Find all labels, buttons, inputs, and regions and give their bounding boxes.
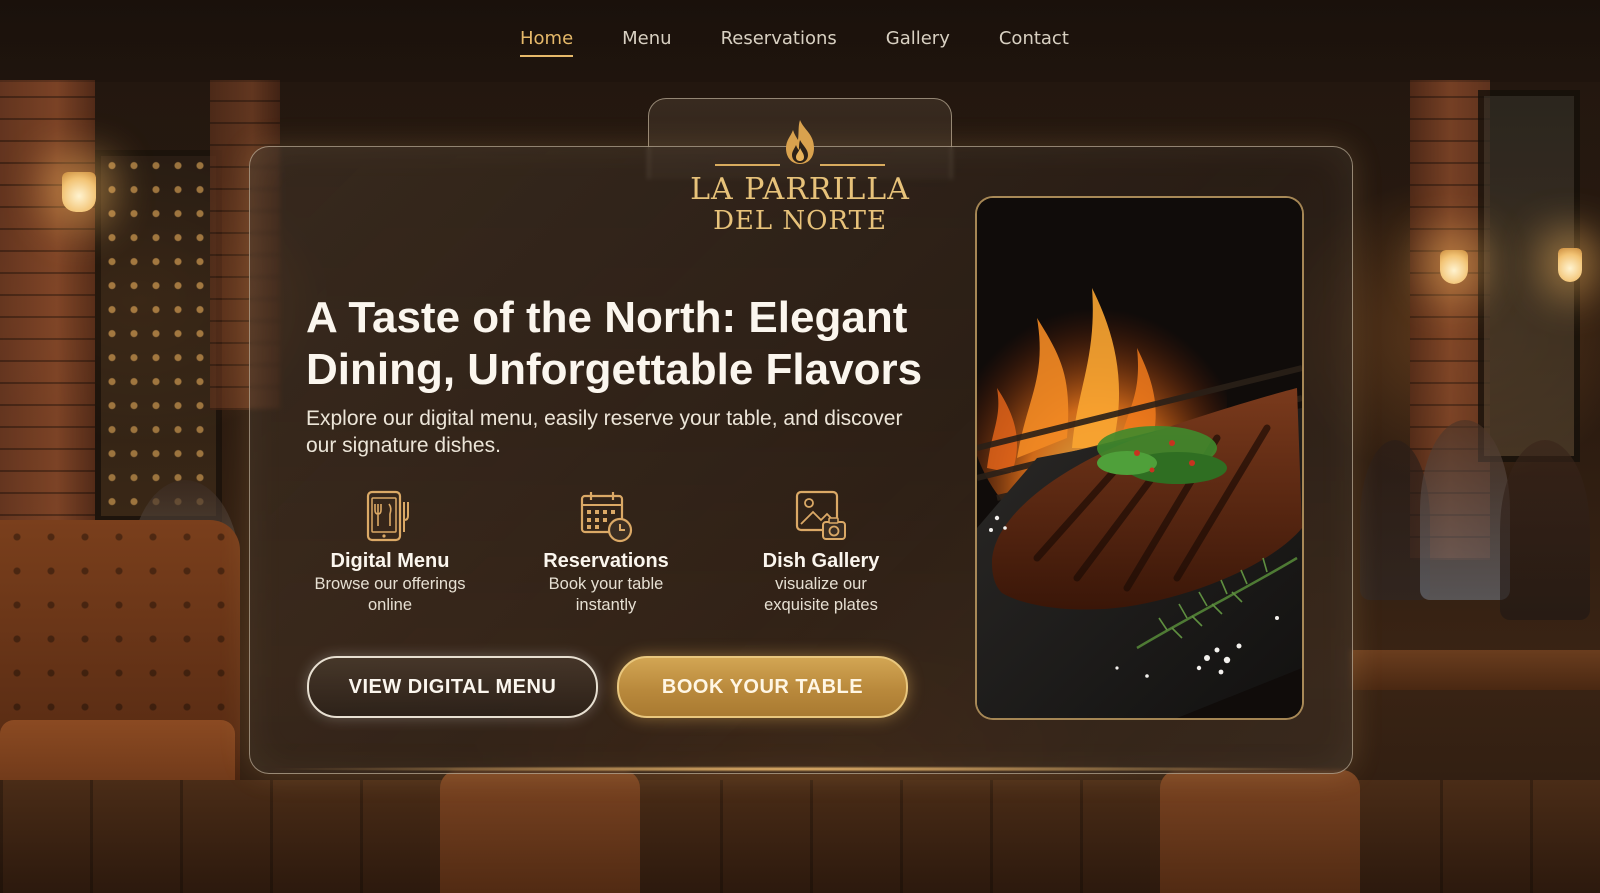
chair	[1160, 770, 1360, 893]
hero-subtitle: Explore our digital menu, easily reserve…	[306, 407, 903, 457]
feature-dish-gallery[interactable]: Dish Gallery visualize our exquisite pla…	[726, 488, 916, 616]
feature-desc: exquisite plates	[764, 596, 878, 614]
window-left	[95, 150, 222, 522]
dining-table	[1350, 650, 1600, 690]
wood-floor	[0, 780, 1600, 893]
feature-title: Digital Menu	[330, 550, 450, 572]
chair	[440, 770, 640, 893]
nav-list: Home Menu Reservations Gallery Contact	[520, 28, 1069, 57]
nav-item-contact[interactable]: Contact	[999, 28, 1069, 57]
feature-desc: visualize our	[775, 575, 867, 593]
nav-item-menu[interactable]: Menu	[622, 28, 671, 57]
diner	[1500, 440, 1590, 620]
steak-dish-photo	[975, 196, 1304, 720]
wall-lamp	[1558, 248, 1582, 282]
headline-line-1: A Taste of the North: Elegant	[306, 293, 908, 342]
feature-reservations[interactable]: Reservations Book your table instantly	[511, 488, 701, 616]
wall-lamp	[62, 172, 96, 212]
logo-divider-left	[715, 164, 780, 166]
card-glow	[260, 766, 1340, 772]
feature-desc: online	[367, 596, 413, 614]
headline-line-2: Dining, Unforgettable Flavors	[306, 345, 923, 394]
brick-wall-left	[0, 80, 95, 560]
diner	[1420, 420, 1510, 600]
top-nav: Home Menu Reservations Gallery Contact	[0, 0, 1600, 82]
feature-desc: Browse our offerings	[314, 575, 466, 593]
feature-digital-menu[interactable]: Digital Menu Browse our offerings online	[295, 488, 485, 616]
nav-item-home[interactable]: Home	[520, 28, 574, 57]
feature-title: Dish Gallery	[762, 550, 880, 572]
brand-name-line1: LA PARRILLA	[690, 172, 910, 207]
hero-headline: A Taste of the North: Elegant Dining, Un…	[306, 292, 946, 396]
brand-name-line2: DEL NORTE	[713, 206, 887, 236]
steak-illustration	[977, 198, 1302, 718]
feature-desc: Book your table	[548, 575, 664, 593]
flame-icon	[786, 120, 814, 164]
wall-lamp	[1440, 250, 1468, 284]
view-digital-menu-button[interactable]: VIEW DIGITAL MENU	[307, 656, 598, 718]
nav-item-gallery[interactable]: Gallery	[886, 28, 950, 57]
nav-item-reservations[interactable]: Reservations	[721, 28, 837, 57]
brand-logo[interactable]: LA PARRILLA DEL NORTE	[680, 118, 920, 236]
feature-desc: instantly	[575, 596, 637, 614]
logo-divider-right	[820, 164, 885, 166]
calendar-clock-icon	[580, 492, 633, 543]
digital-menu-icon	[366, 490, 409, 542]
feature-title: Reservations	[543, 550, 669, 572]
book-your-table-button[interactable]: BOOK YOUR TABLE	[617, 656, 908, 718]
photo-camera-icon	[795, 490, 846, 540]
